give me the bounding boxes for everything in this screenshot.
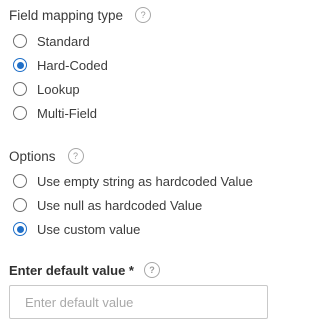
field-mapping-type-title: Field mapping type [9, 7, 124, 23]
radio-label-custom-value: Use custom value [37, 221, 141, 237]
radio-button[interactable] [13, 106, 27, 120]
radio-label-multi-field: Multi-Field [37, 105, 97, 121]
radio-multi-field[interactable]: Multi-Field [13, 104, 97, 122]
radio-label-lookup: Lookup [37, 81, 80, 97]
options-title: Options [9, 148, 56, 164]
default-value-label-row: Enter default value * ? [9, 262, 160, 278]
radio-label-empty-string: Use empty string as hardcoded Value [37, 173, 253, 189]
help-icon[interactable]: ? [67, 148, 84, 164]
radio-empty-string[interactable]: Use empty string as hardcoded Value [13, 172, 253, 190]
radio-button[interactable] [13, 198, 27, 212]
field-mapping-panel: Field mapping type ? Standard Hard-Coded… [0, 0, 272, 325]
radio-label-null-value: Use null as hardcoded Value [37, 197, 203, 213]
radio-null-value[interactable]: Use null as hardcoded Value [13, 196, 202, 214]
options-heading: Options ? [9, 148, 84, 164]
radio-custom-value[interactable]: Use custom value [13, 220, 140, 238]
radio-label-standard: Standard [37, 33, 90, 49]
default-value-label: Enter default value * [9, 262, 134, 278]
radio-button-selected[interactable] [13, 58, 27, 72]
radio-button[interactable] [13, 82, 27, 96]
radio-button[interactable] [13, 174, 27, 188]
help-icon[interactable]: ? [143, 262, 160, 278]
radio-lookup[interactable]: Lookup [13, 80, 80, 98]
help-icon[interactable]: ? [135, 7, 152, 23]
radio-label-hard-coded: Hard-Coded [37, 57, 108, 73]
radio-button[interactable] [13, 34, 27, 48]
default-value-input[interactable] [9, 285, 268, 319]
radio-button-selected[interactable] [13, 222, 27, 236]
radio-standard[interactable]: Standard [13, 32, 90, 50]
field-mapping-type-heading: Field mapping type ? [9, 7, 152, 23]
radio-hard-coded[interactable]: Hard-Coded [13, 56, 108, 74]
